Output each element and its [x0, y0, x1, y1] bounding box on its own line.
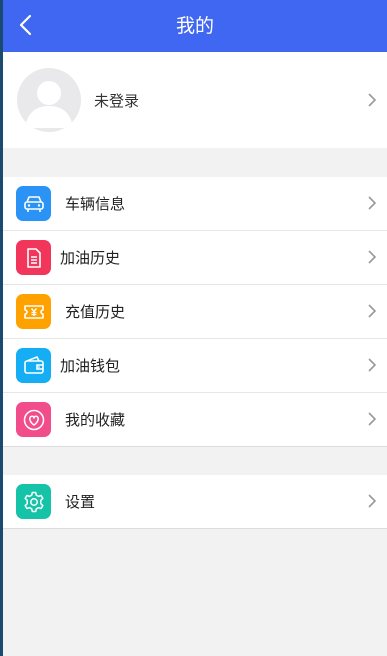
menu-item-refuel-history[interactable]: 加油历史 [3, 231, 387, 285]
user-placeholder-icon [25, 81, 73, 128]
gear-icon [16, 484, 51, 519]
menu-item-vehicle-info[interactable]: 车辆信息 [3, 177, 387, 231]
car-icon [16, 186, 51, 221]
profile-row[interactable]: 未登录 [3, 52, 387, 148]
chevron-right-icon [368, 358, 377, 372]
profile-screen: 我的 未登录 车辆信息 加油历史 充值历史 加油钱包 我的收藏 设置 [3, 0, 387, 656]
menu-item-label: 加油钱包 [60, 357, 121, 375]
document-icon [16, 240, 51, 275]
menu-item-label: 车辆信息 [65, 195, 126, 213]
menu-item-recharge-history[interactable]: 充值历史 [3, 285, 387, 339]
chevron-right-icon [368, 494, 377, 508]
menu-item-label: 设置 [65, 493, 96, 511]
app-header: 我的 [3, 0, 387, 52]
avatar [17, 68, 81, 132]
chevron-right-icon [368, 412, 377, 426]
menu-item-label: 我的收藏 [65, 411, 126, 429]
chevron-right-icon [368, 93, 377, 107]
chevron-right-icon [368, 250, 377, 264]
heart-icon [16, 402, 51, 437]
menu-item-my-favorites[interactable]: 我的收藏 [3, 393, 387, 447]
menu-item-refuel-wallet[interactable]: 加油钱包 [3, 339, 387, 393]
ticket-icon [16, 294, 51, 329]
chevron-right-icon [368, 304, 377, 318]
chevron-right-icon [368, 196, 377, 210]
menu-item-settings[interactable]: 设置 [3, 475, 387, 529]
menu-group: 车辆信息 加油历史 充值历史 加油钱包 我的收藏 [3, 177, 387, 447]
login-status-label: 未登录 [94, 92, 140, 110]
menu-item-label: 加油历史 [60, 249, 121, 267]
page-title: 我的 [175, 15, 214, 37]
settings-group: 设置 [3, 475, 387, 529]
menu-item-label: 充值历史 [65, 303, 126, 321]
wallet-icon [16, 348, 51, 383]
